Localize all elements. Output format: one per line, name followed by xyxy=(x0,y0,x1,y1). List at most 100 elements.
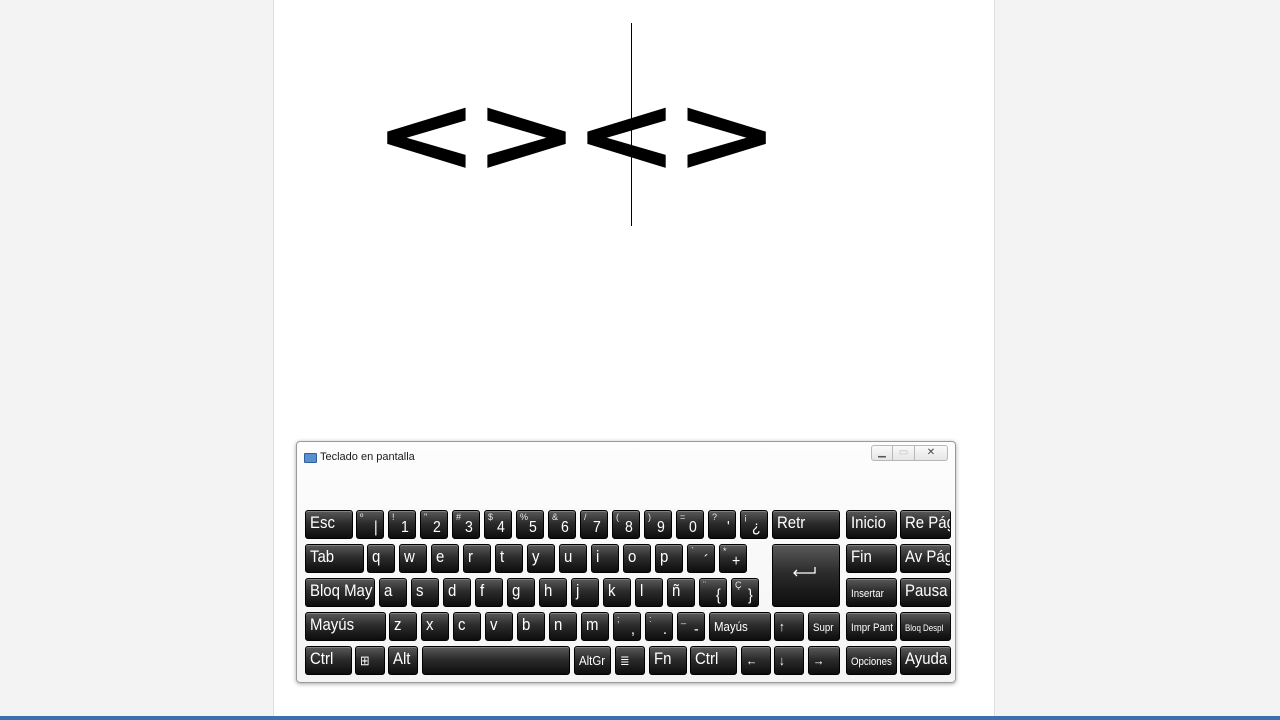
key-u[interactable]: u xyxy=(559,544,587,573)
key-arrow-left[interactable]: ← xyxy=(741,646,771,675)
key-label: 9 xyxy=(657,519,665,536)
key-label: n xyxy=(554,615,563,634)
key-end[interactable]: Fin xyxy=(846,544,897,573)
key-arrow-up[interactable]: ↑ xyxy=(774,612,804,641)
key-label: + xyxy=(731,553,740,570)
key-g[interactable]: g xyxy=(507,578,535,607)
key-ctrl-left[interactable]: Ctrl xyxy=(305,646,352,675)
key-z[interactable]: z xyxy=(389,612,417,641)
key-f[interactable]: f xyxy=(475,578,503,607)
key-8[interactable]: (8 xyxy=(612,510,640,539)
key-open-brace[interactable]: ¨{ xyxy=(699,578,727,607)
key-plus[interactable]: * + xyxy=(719,544,747,573)
key-fn[interactable]: Fn xyxy=(649,646,687,675)
key-h[interactable]: h xyxy=(539,578,567,607)
key-0[interactable]: = 0 xyxy=(676,510,704,539)
key-w[interactable]: w xyxy=(399,544,427,573)
key-delete[interactable]: Supr xyxy=(808,612,840,641)
key-b[interactable]: b xyxy=(517,612,545,641)
key-grave[interactable]: ` ´ xyxy=(687,544,715,573)
key-help[interactable]: Ayuda xyxy=(900,646,951,675)
key-t[interactable]: t xyxy=(495,544,523,573)
key-menu[interactable]: ≣ xyxy=(615,646,645,675)
key-5[interactable]: % 5 xyxy=(516,510,544,539)
key-s[interactable]: s xyxy=(411,578,439,607)
key-7[interactable]: /7 xyxy=(580,510,608,539)
key-shift-left[interactable]: Mayús xyxy=(305,612,386,641)
key-o[interactable]: o xyxy=(623,544,651,573)
key-v[interactable]: v xyxy=(485,612,513,641)
minimize-button[interactable]: ▁ xyxy=(871,445,893,461)
key-page-up[interactable]: Re Pág xyxy=(900,510,951,539)
key-windows[interactable]: ⊞ xyxy=(355,646,385,675)
key-label: a xyxy=(384,581,393,600)
key-c[interactable]: c xyxy=(453,612,481,641)
key-period[interactable]: :. xyxy=(645,612,673,641)
key-a[interactable]: a xyxy=(379,578,407,607)
key-9[interactable]: ) 9 xyxy=(644,510,672,539)
key-secondary-label: $ xyxy=(488,512,494,522)
key-ctrl-right[interactable]: Ctrl xyxy=(690,646,737,675)
key-tab[interactable]: Tab xyxy=(305,544,364,573)
key-p[interactable]: p xyxy=(655,544,683,573)
key-i[interactable]: i xyxy=(591,544,619,573)
key-label: Retr xyxy=(777,513,806,532)
key-caps-lock[interactable]: Bloq May xyxy=(305,578,375,607)
key-label: | xyxy=(373,519,378,536)
maximize-button[interactable]: ▭ xyxy=(893,445,914,461)
key-arrow-right[interactable]: → xyxy=(808,646,840,675)
key-6[interactable]: & 6 xyxy=(548,510,576,539)
key-label: → xyxy=(813,653,825,668)
key-insert[interactable]: Insertar xyxy=(846,578,897,607)
key-alt[interactable]: Alt xyxy=(388,646,418,675)
key-inverted-question[interactable]: ¡ ¿ xyxy=(740,510,768,539)
key-label: AltGr xyxy=(579,653,606,668)
key-print-screen[interactable]: Impr Pant xyxy=(846,612,897,641)
key-y[interactable]: y xyxy=(527,544,555,573)
key-n[interactable]: n xyxy=(549,612,577,641)
key-close-brace[interactable]: Ç} xyxy=(731,578,759,607)
key-scroll-lock[interactable]: Bloq Despl xyxy=(900,612,951,641)
key-page-down[interactable]: Av Pág xyxy=(900,544,951,573)
key-alt-gr[interactable]: AltGr xyxy=(574,646,611,675)
key-q[interactable]: q xyxy=(367,544,395,573)
key-x[interactable]: x xyxy=(421,612,449,641)
key-k[interactable]: k xyxy=(603,578,631,607)
key-options[interactable]: Opciones xyxy=(846,646,897,675)
key-j[interactable]: j xyxy=(571,578,599,607)
key-3[interactable]: #3 xyxy=(452,510,480,539)
close-button[interactable]: ✕ xyxy=(914,445,948,461)
key-1[interactable]: ! 1 xyxy=(388,510,416,539)
key-backslash[interactable]: º | xyxy=(356,510,384,539)
key-e[interactable]: e xyxy=(431,544,459,573)
key-comma[interactable]: ;, xyxy=(613,612,641,641)
key-m[interactable]: m xyxy=(581,612,609,641)
key-apostrophe[interactable]: ? ' xyxy=(708,510,736,539)
key-enter[interactable] xyxy=(772,544,840,607)
key-space[interactable] xyxy=(422,646,570,675)
key-hyphen[interactable]: _ - xyxy=(677,612,705,641)
keyboard-icon xyxy=(304,453,317,463)
key-r[interactable]: r xyxy=(463,544,491,573)
key-shift-right[interactable]: Mayús xyxy=(709,612,771,641)
key-label: Opciones xyxy=(851,656,892,668)
key-label: Fn xyxy=(654,649,672,668)
key-2[interactable]: " 2 xyxy=(420,510,448,539)
key-esc[interactable]: Esc xyxy=(305,510,353,539)
key-l[interactable]: l xyxy=(635,578,663,607)
key-n-tilde[interactable]: ñ xyxy=(667,578,695,607)
key-secondary-label: * xyxy=(723,546,727,556)
key-d[interactable]: d xyxy=(443,578,471,607)
key-arrow-down[interactable]: ↓ xyxy=(774,646,804,675)
key-label: o xyxy=(628,547,637,566)
key-label: 0 xyxy=(689,519,697,536)
key-home[interactable]: Inicio xyxy=(846,510,897,539)
key-4[interactable]: $4 xyxy=(484,510,512,539)
key-pause[interactable]: Pausa xyxy=(900,578,951,607)
key-label: t xyxy=(500,547,505,566)
key-backspace[interactable]: Retr xyxy=(772,510,840,539)
document-text[interactable]: <><> xyxy=(374,82,779,188)
osk-titlebar[interactable]: Teclado en pantalla ▁ ▭ ✕ xyxy=(297,442,955,472)
on-screen-keyboard-window[interactable]: Teclado en pantalla ▁ ▭ ✕ Esc º |! 1 " 2 #3 $4%… xyxy=(296,441,956,683)
key-secondary-label: / xyxy=(584,512,587,522)
